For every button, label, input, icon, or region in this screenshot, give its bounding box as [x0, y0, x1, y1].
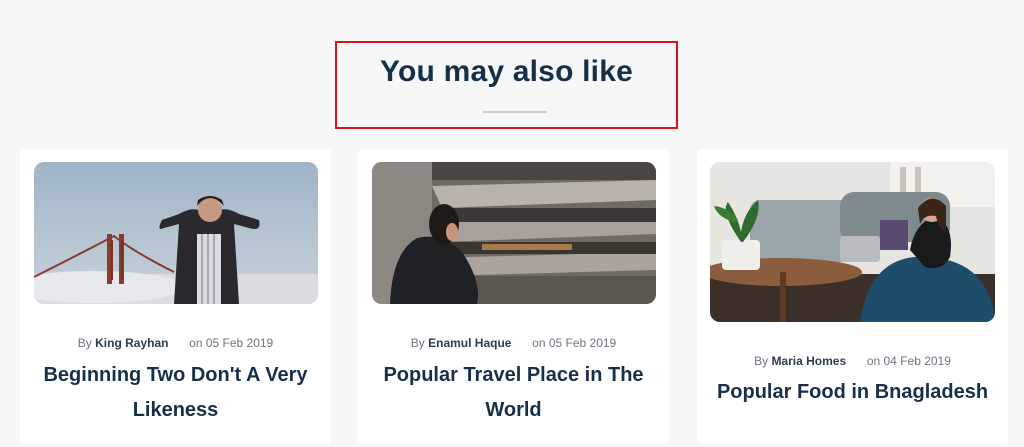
section-heading: You may also like [380, 55, 633, 88]
heading-divider [483, 111, 547, 113]
post-title[interactable]: Beginning Two Don't A Very Likeness [40, 358, 311, 428]
by-label: By [410, 336, 425, 350]
post-image[interactable] [372, 162, 656, 304]
post-card[interactable]: By Maria Homes on 04 Feb 2019 Popular Fo… [697, 149, 1008, 444]
by-label: By [77, 336, 92, 350]
post-meta: By Enamul Haque on 05 Feb 2019 [358, 336, 669, 350]
post-card[interactable]: By Enamul Haque on 05 Feb 2019 Popular T… [358, 149, 669, 444]
post-date: on 05 Feb 2019 [189, 336, 274, 350]
post-card[interactable]: By King Rayhan on 05 Feb 2019 Beginning … [20, 149, 331, 444]
post-author[interactable]: King Rayhan [95, 336, 168, 350]
post-author[interactable]: Enamul Haque [428, 336, 511, 350]
post-title[interactable]: Popular Food in Bnagladesh [711, 375, 994, 410]
post-meta: By King Rayhan on 05 Feb 2019 [20, 336, 331, 350]
post-meta: By Maria Homes on 04 Feb 2019 [697, 354, 1008, 368]
post-date: on 04 Feb 2019 [866, 354, 951, 368]
post-author[interactable]: Maria Homes [771, 354, 846, 368]
post-image[interactable] [710, 162, 995, 322]
post-image[interactable] [34, 162, 318, 304]
by-label: By [754, 354, 769, 368]
post-date: on 05 Feb 2019 [532, 336, 617, 350]
section-heading-box: You may also like [335, 41, 678, 129]
post-title[interactable]: Popular Travel Place in The World [378, 358, 649, 428]
